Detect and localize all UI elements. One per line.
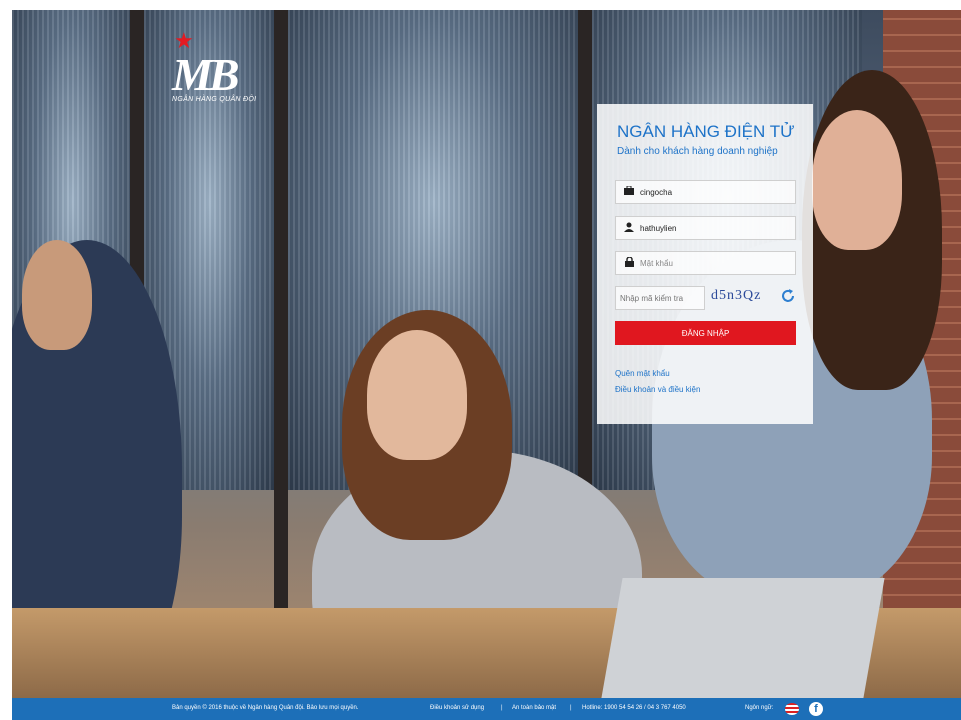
user-icon (623, 222, 635, 235)
window-frame (274, 10, 288, 650)
captcha-image: d5n3Qz (711, 288, 762, 303)
hero-background (12, 10, 961, 698)
page-subtitle: Dành cho khách hàng doanh nghiệp (617, 146, 778, 157)
footer: Bản quyền © 2016 thuộc về Ngân hàng Quân… (12, 698, 961, 720)
terms-link[interactable]: Điều khoản và điều kiện (615, 385, 700, 394)
refresh-captcha-icon[interactable] (780, 288, 796, 309)
company-input[interactable] (640, 181, 790, 203)
hotline-text: Hotline: 1900 54 54 26 / 04 3 767 4050 (582, 705, 686, 711)
language-label: Ngôn ngữ: (745, 705, 774, 711)
security-link[interactable]: An toàn bảo mật (512, 705, 556, 711)
logo-subtitle: NGÂN HÀNG QUÂN ĐỘI (172, 96, 257, 103)
lock-icon (623, 256, 635, 270)
footer-separator: | (570, 705, 572, 711)
us-flag-icon[interactable] (785, 703, 799, 715)
login-button[interactable]: ĐĂNG NHẬP (615, 321, 796, 345)
logo[interactable]: MB (172, 48, 240, 101)
forgot-password-link[interactable]: Quên mật khẩu (615, 369, 670, 378)
page-title: NGÂN HÀNG ĐIỆN TỬ (617, 122, 795, 141)
username-field[interactable] (615, 216, 796, 240)
terms-of-use-link[interactable]: Điều khoản sử dụng (430, 705, 484, 711)
facebook-icon[interactable]: f (809, 702, 823, 716)
login-panel: NGÂN HÀNG ĐIỆN TỬ Dành cho khách hàng do… (597, 104, 813, 424)
company-field[interactable] (615, 180, 796, 204)
briefcase-icon (623, 185, 635, 198)
password-input[interactable] (640, 252, 790, 274)
person-right-face (812, 110, 902, 250)
footer-separator: | (501, 705, 503, 711)
copyright-text: Bản quyền © 2016 thuộc về Ngân hàng Quân… (172, 705, 359, 711)
username-input[interactable] (640, 217, 790, 239)
person-center-face (367, 330, 467, 460)
person-left-face (22, 240, 92, 350)
captcha-input[interactable] (616, 287, 704, 309)
laptop (601, 578, 885, 698)
password-field[interactable] (615, 251, 796, 275)
captcha-field[interactable] (615, 286, 705, 310)
